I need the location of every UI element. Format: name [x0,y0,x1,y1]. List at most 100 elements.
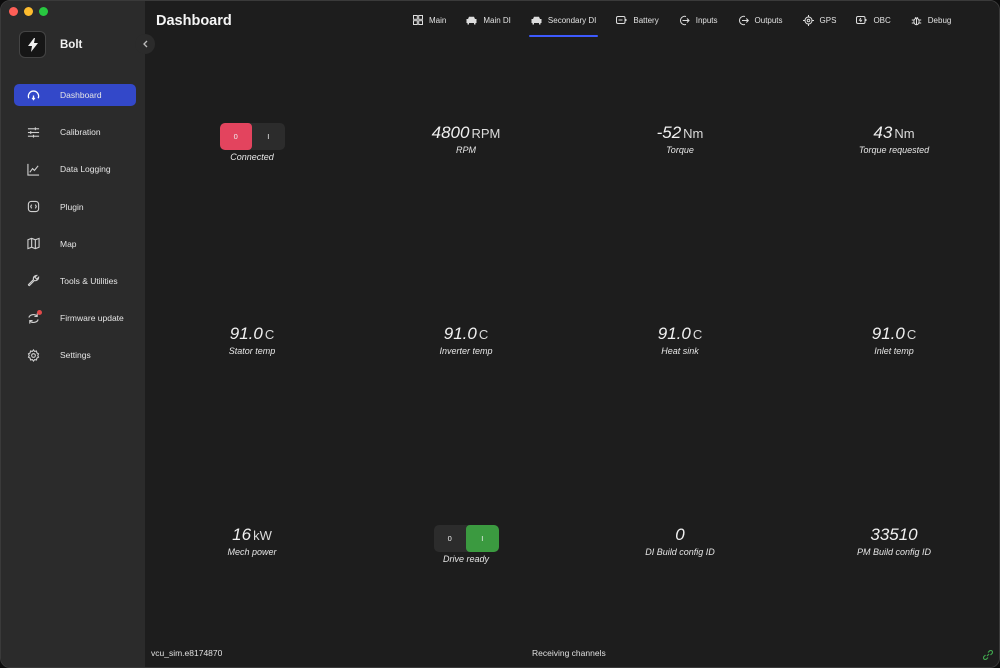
minimize-window-button[interactable] [24,7,33,16]
connected-widget: 0 I Connected [145,123,359,162]
bug-icon [911,15,922,26]
status-message: Receiving channels [532,648,606,658]
bolt-logo-icon [19,31,46,58]
mech-power-label: Mech power [227,547,277,557]
sidebar-item-plugin[interactable]: Plugin [14,196,136,218]
sidebar-item-label: Settings [60,350,91,361]
drive-ready-toggle-off[interactable]: 0 [434,525,467,552]
sidebar-item-label: Map [60,238,77,249]
connected-toggle-on[interactable]: I [252,123,285,150]
sidebar-item-label: Data Logging [60,164,111,175]
heat-sink-widget: 91.0 C Heat sink [573,324,787,356]
inlet-temp-widget: 91.0 C Inlet temp [787,324,999,356]
sidebar-item-data-logging[interactable]: Data Logging [14,158,136,180]
sidebar-item-dashboard[interactable]: Dashboard [14,84,136,106]
torque-requested-widget: 43 Nm Torque requested [787,123,999,155]
tab-obc[interactable]: OBC [846,1,900,39]
pm-build-config-label: PM Build config ID [856,547,932,557]
chevron-left-icon [142,35,149,53]
device-id: vcu_sim.e8174870 [151,648,223,658]
refresh-icon [26,310,42,325]
output-icon [738,15,749,26]
mech-power-value: 16 [232,525,252,544]
inlet-temp-value: 91.0 [871,324,905,343]
di-build-config-widget: 0 DI Build config ID [573,525,787,557]
tab-debug[interactable]: Debug [901,1,962,39]
tab-label: OBC [873,15,891,25]
sidebar-item-firmware-update[interactable]: Firmware update [14,307,136,329]
status-bar: vcu_sim.e8174870 Receiving channels [145,639,999,667]
link-icon[interactable] [982,647,994,665]
gear-icon [26,348,40,362]
wrench-icon [26,274,40,288]
map-icon [26,237,40,251]
sidebar-item-calibration[interactable]: Calibration [14,121,136,143]
sidebar: Bolt Dashboard Calibration Data Logging [1,1,145,667]
heat-sink-value: 91.0 [657,324,691,343]
inverter-temp-unit: C [478,327,489,342]
inlet-temp-unit: C [906,327,917,342]
tab-label: Inputs [695,15,718,25]
update-badge [37,310,42,316]
sidebar-item-tools-utilities[interactable]: Tools & Utilities [14,270,136,292]
tab-main[interactable]: Main [402,1,456,39]
sidebar-item-map[interactable]: Map [14,233,136,255]
sidebar-item-label: Tools & Utilities [60,275,118,286]
drive-ready-widget: 0 I Drive ready [359,525,573,564]
mech-power-unit: kW [253,528,272,543]
sidebar-item-label: Firmware update [60,313,124,324]
close-window-button[interactable] [9,7,18,16]
di-build-config-value: 0 [675,525,685,544]
sidebar-item-label: Dashboard [60,90,102,100]
rpm-value: 4800 [431,123,470,142]
stator-temp-unit: C [264,327,275,342]
torque-requested-value: 43 [873,123,893,142]
battery-icon [616,15,627,26]
heat-sink-unit: C [692,327,703,342]
tab-battery[interactable]: Battery [606,1,668,39]
window-controls [9,7,48,16]
connected-label: Connected [230,152,274,162]
tab-inputs[interactable]: Inputs [669,1,728,39]
tab-gps[interactable]: GPS [793,1,847,39]
torque-widget: -52 Nm Torque [573,123,787,155]
drive-ready-label: Drive ready [442,554,489,564]
sidebar-item-settings[interactable]: Settings [14,344,136,366]
collapse-sidebar-button[interactable] [135,34,155,54]
pm-build-config-widget: 33510 PM Build config ID [787,525,999,557]
sidebar-item-label: Plugin [60,201,84,212]
rpm-unit: RPM [471,126,501,141]
torque-requested-label: Torque requested [858,145,930,155]
di-build-config-label: DI Build config ID [645,547,715,557]
connected-toggle[interactable]: 0 I [219,123,285,150]
torque-unit: Nm [683,126,704,141]
tab-outputs[interactable]: Outputs [728,1,793,39]
inlet-temp-label: Inlet temp [874,346,914,356]
stator-temp-value: 91.0 [229,324,263,343]
tab-label: Outputs [754,15,783,25]
drive-ready-toggle-on[interactable]: I [466,525,499,552]
mech-power-widget: 16 kW Mech power [145,525,359,557]
inverter-temp-label: Inverter temp [439,346,493,356]
pm-build-config-value: 33510 [870,525,918,544]
tab-label: Debug [927,15,952,25]
grid-icon [412,15,423,26]
tab-secondary-di[interactable]: Secondary DI [521,1,606,39]
charger-icon [856,15,867,26]
inverter-temp-value: 91.0 [443,324,477,343]
page-title: Dashboard [156,13,232,29]
tab-label: Main DI [483,15,511,25]
tab-main-di[interactable]: Main DI [456,1,521,39]
sidebar-item-label: Calibration [60,127,101,138]
maximize-window-button[interactable] [39,7,48,16]
car-icon [531,15,542,26]
sliders-icon [26,125,40,139]
stator-temp-label: Stator temp [228,346,276,356]
tab-label: GPS [819,15,837,25]
torque-requested-unit: Nm [894,126,915,141]
torque-label: Torque [666,145,694,155]
connected-toggle-off[interactable]: 0 [219,123,252,150]
brand: Bolt [19,31,82,58]
rpm-widget: 4800 RPM RPM [359,123,573,155]
drive-ready-toggle[interactable]: 0 I [433,525,499,552]
